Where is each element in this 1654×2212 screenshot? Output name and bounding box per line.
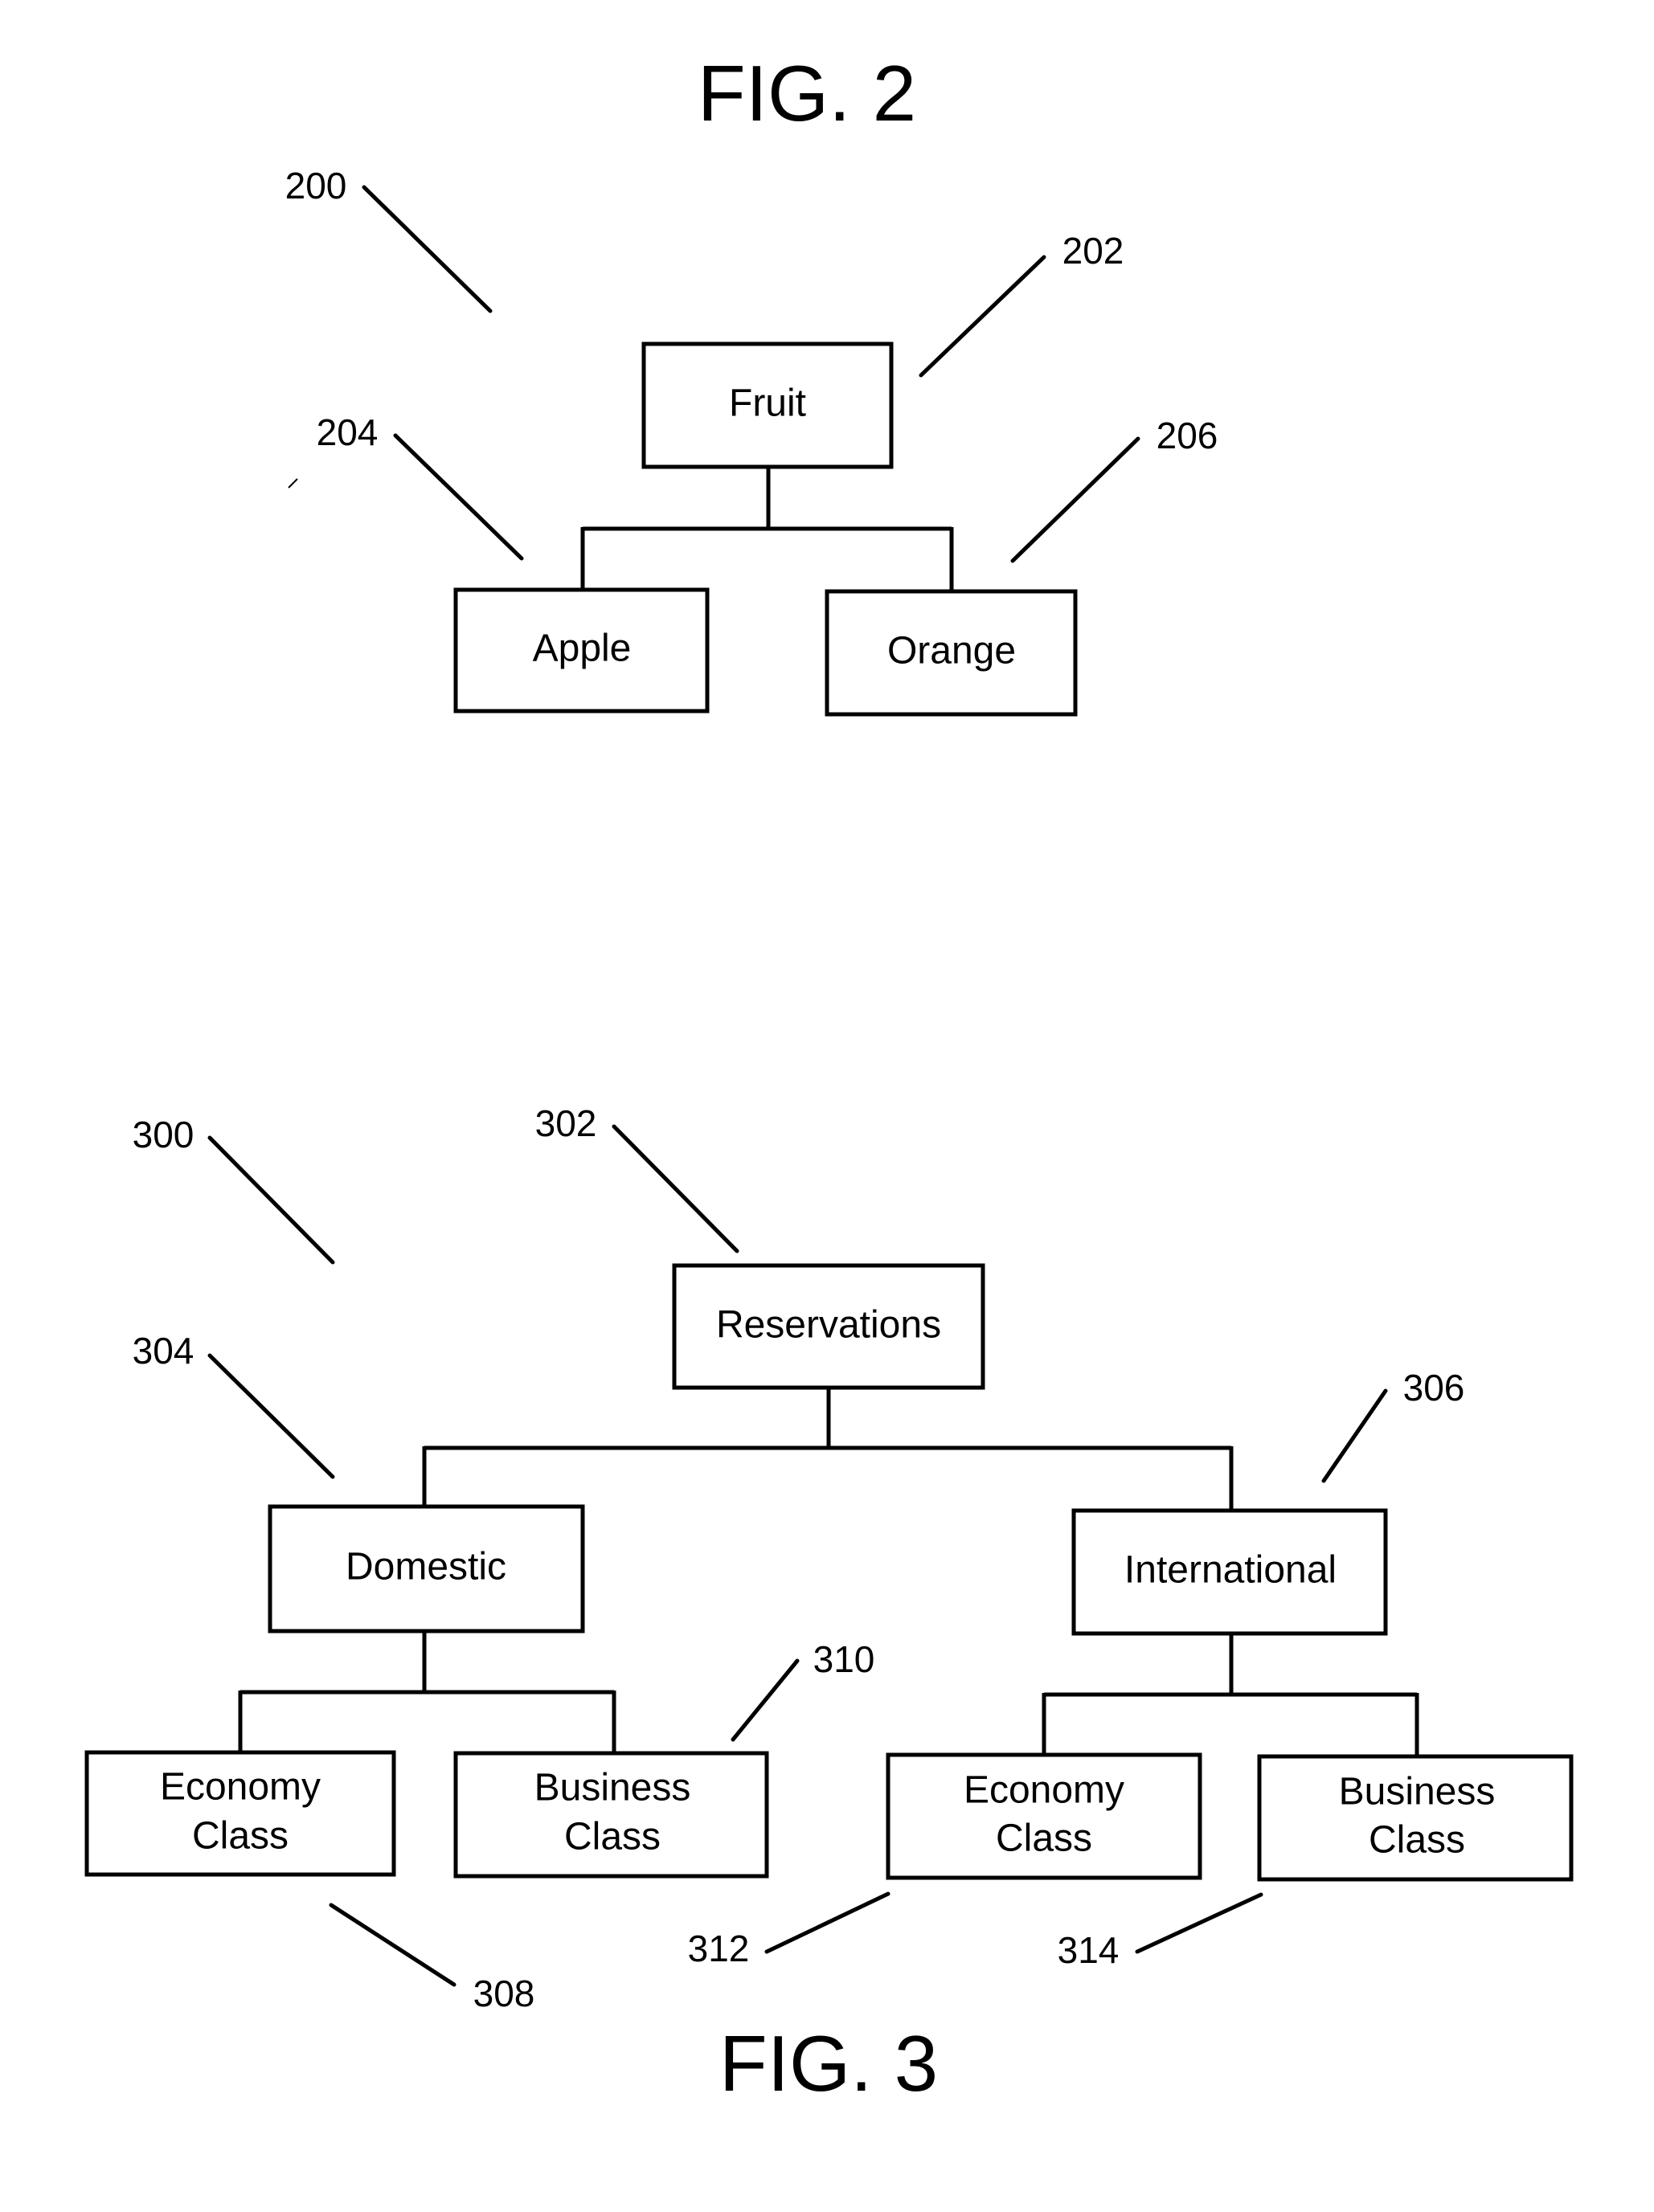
ref-204: 204 <box>317 411 379 453</box>
ref-312: 312 <box>688 1928 750 1969</box>
apple-label: Apple <box>533 628 632 670</box>
int-business-line2: Class <box>1369 1819 1465 1862</box>
ref-306: 306 <box>1403 1367 1465 1409</box>
reservations-label: Reservations <box>716 1304 941 1347</box>
fig2-node-orange: Orange <box>825 589 1078 717</box>
dom-business-line2: Class <box>564 1816 661 1858</box>
ref-308: 308 <box>473 1973 535 2014</box>
leader-308 <box>329 1903 456 1987</box>
ref-314: 314 <box>1058 1929 1120 1971</box>
ref-200: 200 <box>285 165 347 206</box>
ref-310: 310 <box>813 1638 875 1680</box>
ref-300: 300 <box>133 1114 194 1155</box>
ref-206: 206 <box>1157 415 1218 456</box>
leader-312 <box>764 1891 890 1954</box>
ref-302: 302 <box>535 1102 597 1144</box>
fig2-node-apple: Apple <box>453 587 710 713</box>
leader-300 <box>207 1135 335 1265</box>
domestic-label: Domestic <box>346 1546 506 1588</box>
fig3-node-reservations: Reservations <box>672 1263 985 1390</box>
leader-310 <box>731 1658 800 1742</box>
fig3-node-dom-economy: Economy Class <box>84 1750 396 1877</box>
leader-200 <box>362 185 493 313</box>
stray-mark <box>288 478 298 489</box>
fig3-node-international: International <box>1071 1508 1388 1636</box>
dom-economy-line2: Class <box>192 1815 289 1858</box>
figure-3: Reservations Domestic International Econ… <box>84 1102 1574 2108</box>
fig3-node-int-economy: Economy Class <box>886 1752 1202 1880</box>
int-economy-line1: Economy <box>964 1769 1124 1812</box>
leader-302 <box>612 1124 739 1253</box>
leader-202 <box>919 255 1046 378</box>
patent-drawing-sheet: FIG. 2 Fruit Apple Orange 200 202 204 20… <box>84 49 1574 2108</box>
int-economy-line2: Class <box>996 1817 1092 1860</box>
fig3-node-dom-business: Business Class <box>453 1751 769 1879</box>
fig2-title: FIG. 2 <box>698 49 916 137</box>
ref-304: 304 <box>133 1330 194 1372</box>
leader-204 <box>393 433 524 561</box>
leader-306 <box>1321 1388 1388 1483</box>
fig2-node-fruit: Fruit <box>641 341 894 469</box>
leader-314 <box>1135 1892 1263 1954</box>
fig2-connectors <box>580 467 954 591</box>
dom-business-line1: Business <box>534 1767 691 1809</box>
fruit-label: Fruit <box>729 382 806 425</box>
int-business-line1: Business <box>1339 1771 1496 1813</box>
fig3-node-int-business: Business Class <box>1257 1754 1574 1882</box>
international-label: International <box>1124 1549 1337 1592</box>
fig3-node-domestic: Domestic <box>268 1504 585 1633</box>
leader-304 <box>207 1353 335 1479</box>
fig3-title: FIG. 3 <box>719 2019 938 2108</box>
figure-2: FIG. 2 Fruit Apple Orange 200 202 204 20… <box>285 49 1218 717</box>
dom-economy-line1: Economy <box>160 1766 321 1809</box>
orange-label: Orange <box>887 630 1016 673</box>
ref-202: 202 <box>1062 230 1124 272</box>
leader-206 <box>1010 436 1140 563</box>
